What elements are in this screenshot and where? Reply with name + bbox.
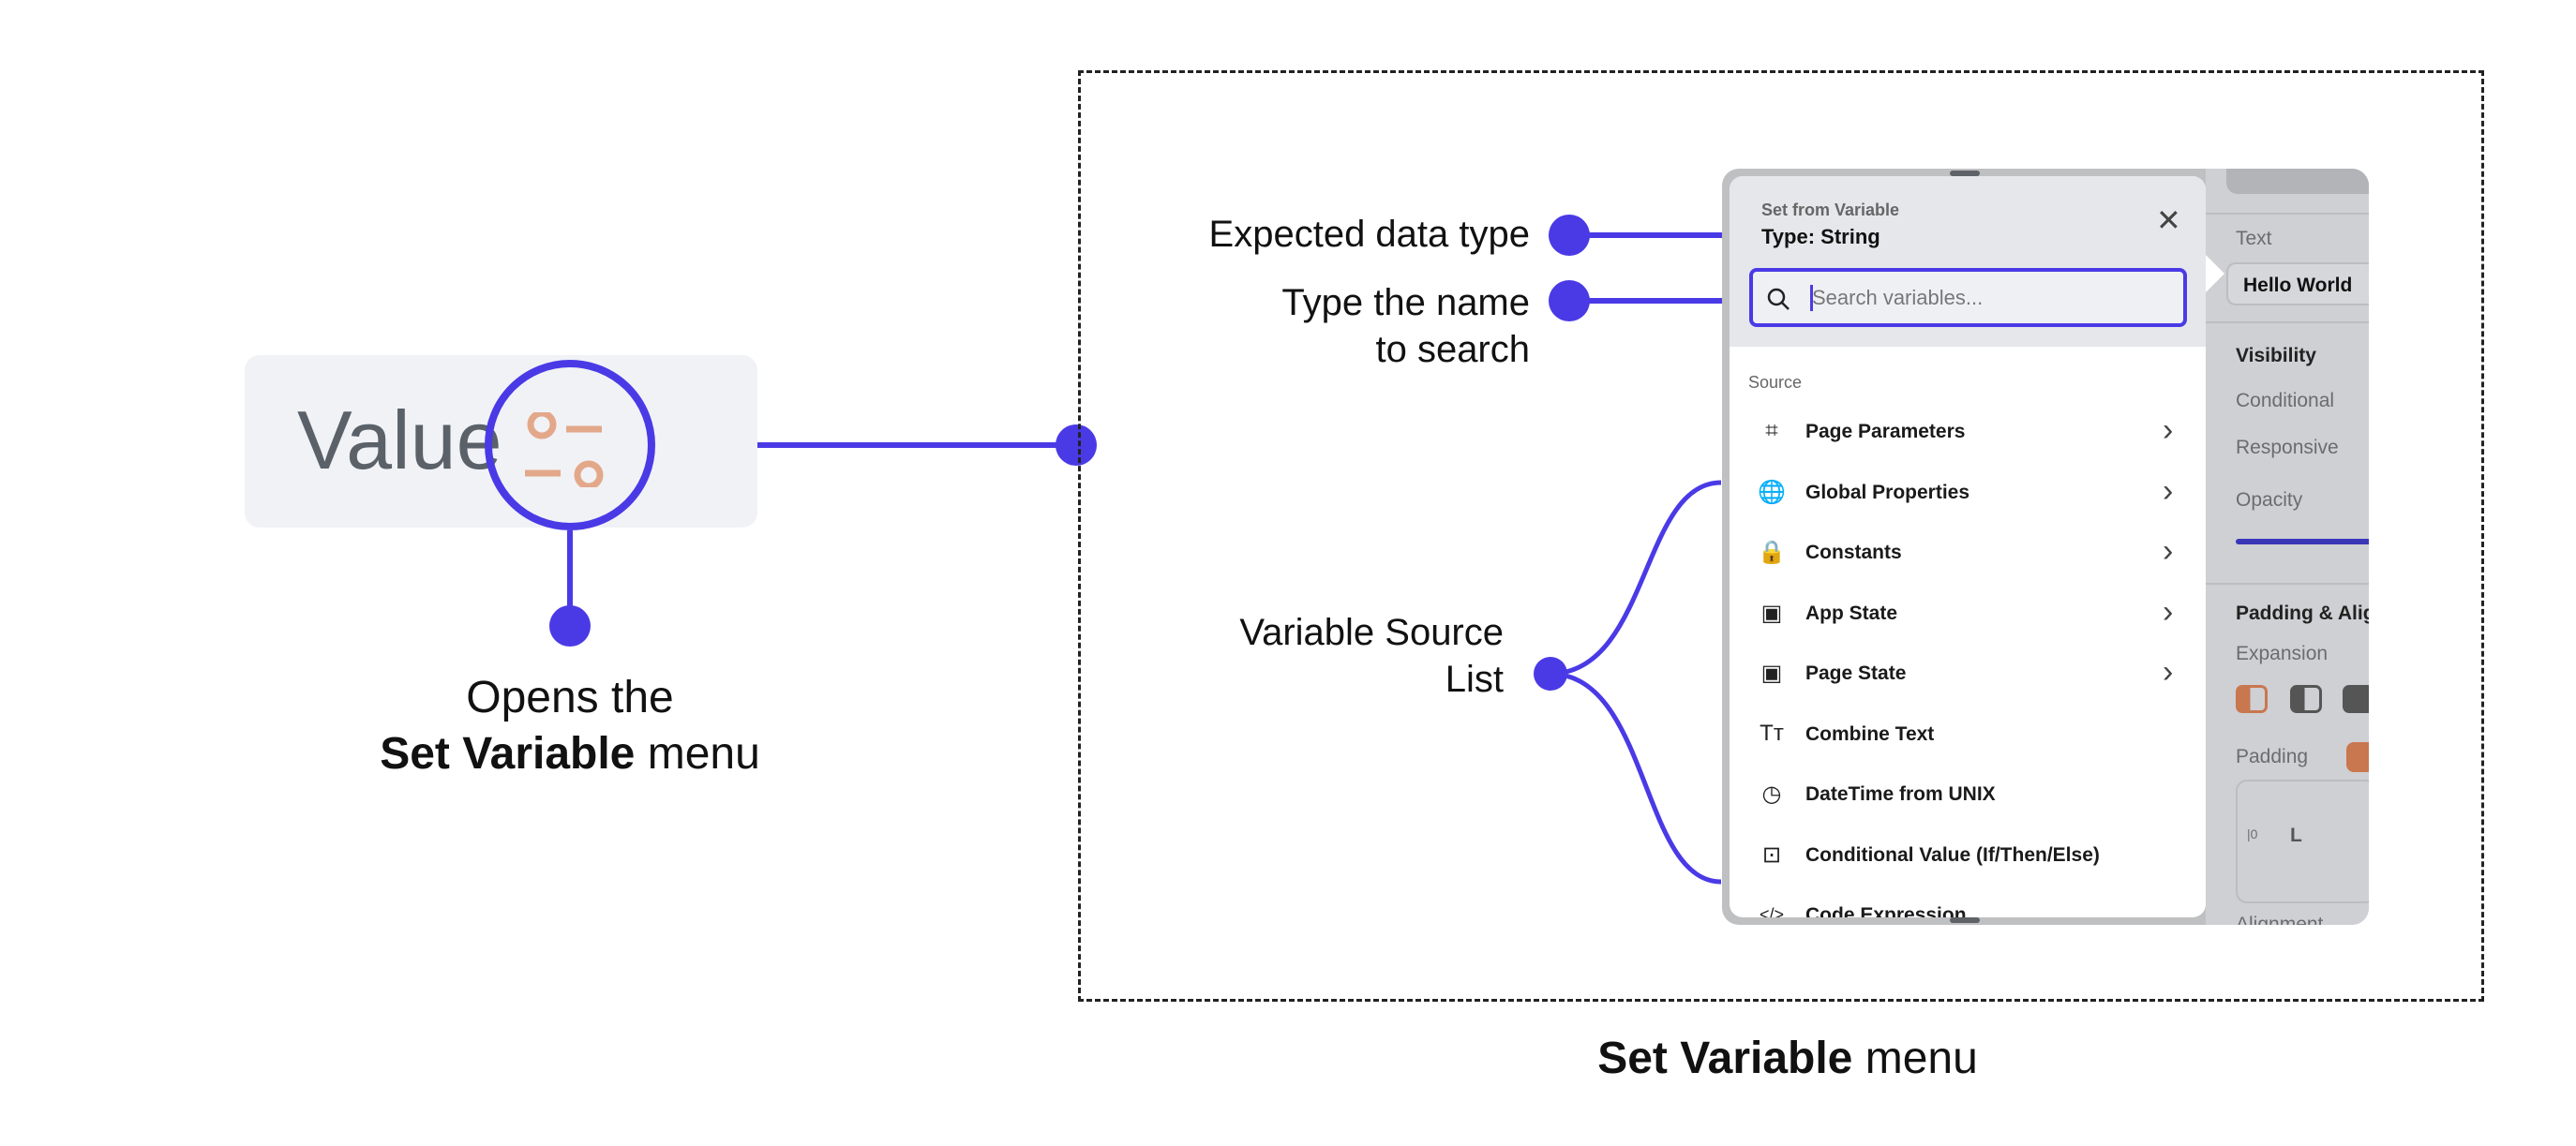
close-icon[interactable]: ✕ (2156, 202, 2181, 238)
page-parameters-icon: ⌗ (1765, 418, 1778, 443)
resize-handle-top[interactable] (1950, 171, 1980, 176)
text-value: Hello World (2243, 275, 2353, 296)
source-item[interactable]: Tт Combine Text (1730, 707, 2206, 764)
conditional-icon: ⊡ (1761, 841, 1782, 868)
connector-dot (549, 605, 591, 647)
annotation-source-line1: Variable Source (1239, 612, 1504, 653)
section-source: Source (1748, 373, 1803, 392)
menu-caption: Set Variable menu (1406, 1031, 2169, 1087)
source-item[interactable]: 🔒 Constants › (1730, 526, 2206, 582)
chevron-right-icon: › (2163, 593, 2174, 630)
source-bracket (1549, 480, 1722, 885)
set-variable-icon[interactable] (525, 412, 611, 487)
chevron-right-icon: › (2163, 412, 2174, 448)
pointer-arrow (2206, 255, 2224, 292)
set-variable-panel: Set from Variable Type: String ✕ Search … (1722, 169, 2369, 925)
text-label: Text (2236, 228, 2272, 249)
menu-caption-rest: menu (1852, 1034, 1978, 1083)
source-item[interactable]: </> Code Expression (1730, 888, 2206, 917)
globe-icon: 🌐 (1758, 479, 1786, 505)
value-label: Value (297, 394, 502, 486)
source-item-label: Constants (1805, 542, 1902, 563)
source-item-label: Combine Text (1805, 722, 1935, 745)
padding-align-heading: Padding & Alig (2236, 603, 2369, 624)
chevron-right-icon: › (2163, 472, 2174, 509)
source-item[interactable]: 🌐 Global Properties › (1730, 466, 2206, 522)
alignment-label: Alignment (2236, 914, 2324, 925)
annotation-search: Type the name to search (1031, 279, 1530, 373)
connector-line (757, 442, 1076, 448)
source-item[interactable]: ▣ App State › (1730, 587, 2206, 643)
text-value-field[interactable]: Hello World (2226, 262, 2369, 305)
source-item-label: Global Properties (1805, 481, 1970, 503)
chevron-right-icon: › (2163, 654, 2174, 690)
padding-left-label: L (2290, 825, 2302, 846)
code-icon: </> (1759, 905, 1785, 917)
annotation-source-list: Variable Source List (1031, 609, 1504, 703)
visibility-heading: Visibility (2236, 345, 2316, 366)
divider (2206, 213, 2369, 215)
padding-left-icon: |0 (2247, 826, 2258, 841)
expansion-label: Expansion (2236, 643, 2329, 664)
popup-header: Set from Variable Type: String ✕ Search … (1730, 176, 2206, 347)
source-item-label: DateTime from UNIX (1805, 783, 1996, 805)
opens-caption: Opens the Set Variable menu (336, 670, 804, 782)
padding-label: Padding (2236, 746, 2309, 767)
source-item-label: Page Parameters (1805, 421, 1966, 442)
source-item-label: App State (1805, 602, 1898, 624)
caption-bold: Set Variable (380, 729, 636, 779)
annotation-source-line2: List (1445, 659, 1504, 700)
divider (2206, 321, 2369, 323)
annotation-expected-type: Expected data type (1208, 214, 1530, 255)
popup-title: Set from Variable (1761, 201, 1900, 219)
expansion-button-1[interactable] (2236, 685, 2268, 713)
opacity-slider[interactable] (2236, 539, 2369, 544)
expansion-button-2[interactable] (2290, 685, 2322, 713)
menu-caption-bold: Set Variable (1597, 1034, 1853, 1083)
source-item-label: Page State (1805, 662, 1907, 684)
set-variable-popup: Set from Variable Type: String ✕ Search … (1730, 176, 2206, 917)
folder-icon: ▣ (1760, 661, 1783, 686)
opens-caption-line2: Set Variable menu (336, 726, 804, 782)
padding-box: |0 L (2236, 780, 2369, 903)
search-icon (1767, 288, 1790, 310)
annotation-search-line2: to search (1375, 329, 1530, 370)
annotation-dot (1534, 657, 1567, 691)
top-bar (2226, 169, 2369, 194)
opens-caption-line1: Opens the (466, 673, 674, 722)
lock-icon: 🔒 (1758, 540, 1786, 565)
opacity-label: Opacity (2236, 489, 2303, 511)
padding-toggle[interactable] (2346, 742, 2369, 772)
caption-rest: menu (635, 729, 760, 779)
source-item-label: Conditional Value (If/Then/Else) (1805, 843, 2100, 866)
source-item[interactable]: ◷ DateTime from UNIX (1730, 767, 2206, 824)
popup-type: Type: String (1761, 225, 1880, 248)
expansion-button-3[interactable] (2343, 685, 2369, 713)
folder-icon: ▣ (1760, 600, 1783, 626)
source-item[interactable]: ⌗ Page Parameters › (1730, 405, 2206, 461)
source-item[interactable]: ⊡ Conditional Value (If/Then/Else) (1730, 828, 2206, 885)
source-item-label: Code Expression (1805, 904, 1967, 917)
text-icon: Tт (1760, 720, 1784, 746)
search-input[interactable]: Search variables... (1749, 268, 2187, 327)
responsive-label: Responsive (2236, 437, 2339, 458)
annotation-search-line1: Type the name (1281, 282, 1530, 323)
conditional-label: Conditional (2236, 390, 2335, 411)
properties-panel: Text Hello World Visibility Conditional … (2206, 169, 2369, 925)
divider (2206, 583, 2369, 585)
source-item[interactable]: ▣ Page State › (1730, 647, 2206, 703)
resize-handle-bottom[interactable] (1950, 917, 1980, 923)
chevron-right-icon: › (2163, 533, 2174, 569)
clock-icon: ◷ (1761, 781, 1782, 807)
search-placeholder: Search variables... (1812, 286, 1984, 309)
